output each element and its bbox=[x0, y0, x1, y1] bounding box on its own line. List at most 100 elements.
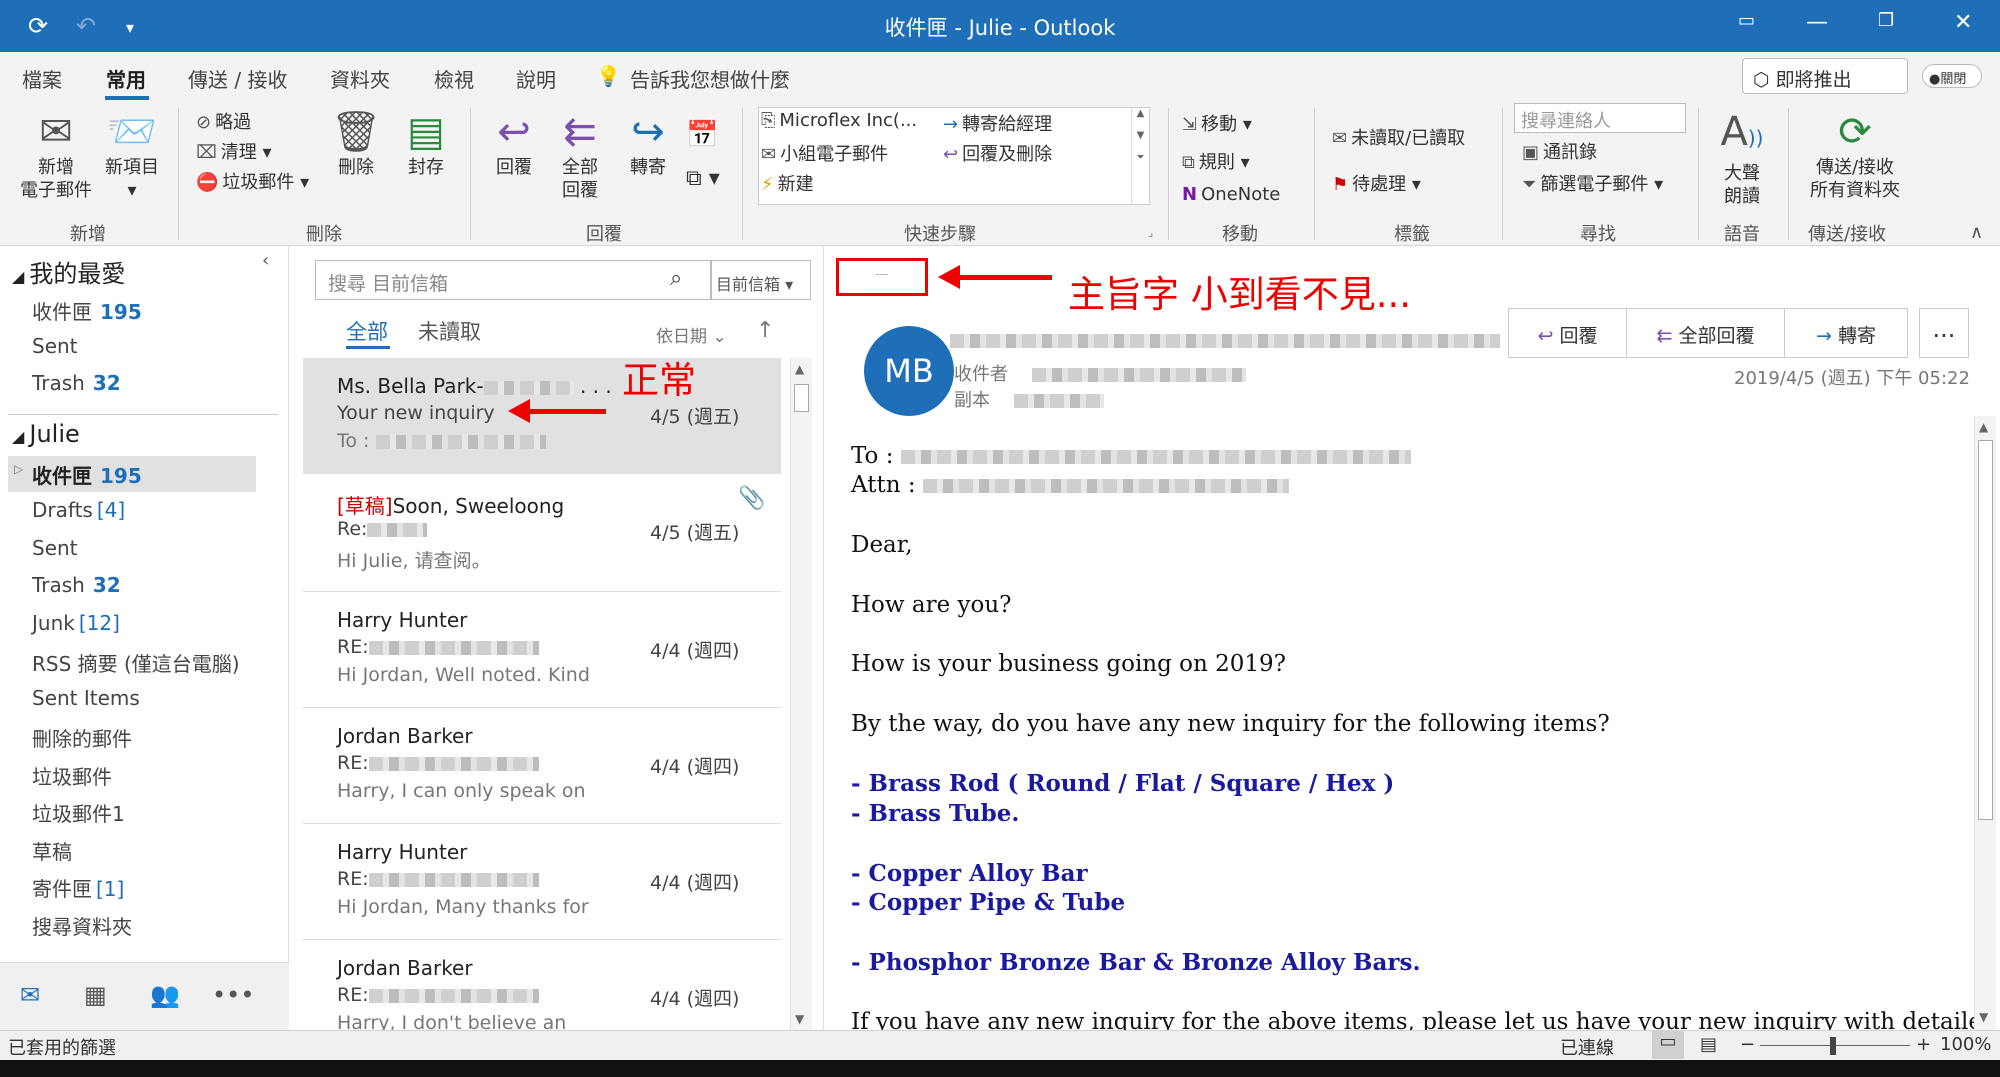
fav-sent[interactable]: Sent bbox=[32, 334, 78, 358]
address-book-button[interactable]: ▣ 通訊錄 bbox=[1522, 138, 1597, 164]
filter-email-button[interactable]: ⏷ 篩選電子郵件 ▾ bbox=[1522, 170, 1663, 196]
favorites-header[interactable]: ◢ 我的最愛 bbox=[12, 254, 125, 289]
mail-icon[interactable]: ✉ bbox=[20, 981, 40, 1009]
read-aloud-button[interactable]: A)) 大聲 朗讀 bbox=[1710, 108, 1774, 208]
search-people-input[interactable]: 搜尋連絡人 bbox=[1514, 103, 1686, 133]
reading-pane-scrollbar[interactable]: ▲ ▼ bbox=[1974, 416, 1996, 1030]
normal-view-icon[interactable]: ▭ bbox=[1652, 1031, 1684, 1059]
folder-drafts[interactable]: Drafts [4] bbox=[32, 498, 125, 522]
scroll-thumb[interactable] bbox=[1978, 440, 1993, 820]
message-item[interactable]: Ms. Bella Park- . . . Your new inquiry T… bbox=[303, 358, 781, 474]
message-item[interactable]: Jordan Barker RE: Harry, I don't believe… bbox=[303, 940, 781, 1030]
folder-rss[interactable]: RSS 摘要 (僅這台電腦) bbox=[32, 648, 240, 677]
folder-search[interactable]: 搜尋資料夾 bbox=[32, 911, 132, 940]
sender-line[interactable] bbox=[950, 330, 1500, 349]
sort-by-date[interactable]: 依日期 ⌄ bbox=[656, 322, 727, 347]
new-email-button[interactable]: ✉ 新增 電子郵件 bbox=[14, 108, 98, 202]
tab-help[interactable]: 說明 bbox=[516, 64, 556, 93]
delete-button[interactable]: 🗑 刪除 bbox=[326, 108, 386, 179]
message-item[interactable]: [草稿]Soon, Sweeloong 📎 Re: Hi Julie, 请查阅。… bbox=[303, 474, 781, 592]
collapse-pane-icon[interactable]: ‹ bbox=[262, 250, 269, 271]
tab-file[interactable]: 檔案 bbox=[22, 64, 62, 93]
message-item[interactable]: Harry Hunter RE: Hi Jordan, Well noted. … bbox=[303, 592, 781, 708]
folder-deleted[interactable]: 刪除的郵件 bbox=[32, 723, 132, 752]
search-input[interactable]: 搜尋 目前信箱 bbox=[315, 260, 711, 300]
tab-folder[interactable]: 資料夾 bbox=[330, 64, 390, 93]
scroll-up-icon[interactable]: ▲ bbox=[795, 362, 804, 376]
scroll-thumb[interactable] bbox=[794, 384, 809, 412]
tab-home[interactable]: 常用 bbox=[106, 64, 146, 93]
onenote-button[interactable]: N OneNote bbox=[1182, 184, 1280, 205]
calendar-icon[interactable]: ▦ bbox=[84, 981, 107, 1009]
folder-sent-items[interactable]: Sent Items bbox=[32, 686, 140, 710]
quick-steps-scroll[interactable]: ▲ ▼ ⏷ bbox=[1131, 108, 1149, 204]
folder-drafts-zh[interactable]: 草稿 bbox=[32, 836, 72, 865]
tab-view[interactable]: 檢視 bbox=[434, 64, 474, 93]
ribbon-display-icon[interactable]: ▭ bbox=[1738, 10, 1755, 31]
dialog-launcher-icon[interactable]: ⌟ bbox=[1148, 226, 1153, 239]
group-label-speech: 語音 bbox=[1724, 224, 1760, 245]
message-item[interactable]: Harry Hunter RE: Hi Jordan, Many thanks … bbox=[303, 824, 781, 940]
unread-read-button[interactable]: ✉ 未讀取/已讀取 bbox=[1332, 124, 1465, 150]
folder-junk-zh[interactable]: 垃圾郵件 bbox=[32, 761, 112, 790]
reply-all-button[interactable]: ⇇ 全部 回覆 bbox=[550, 108, 610, 202]
folder-junk1[interactable]: 垃圾郵件1 bbox=[32, 798, 125, 827]
forward-button[interactable]: → 轉寄 bbox=[1785, 309, 1907, 357]
folder-junk[interactable]: Junk [12] bbox=[32, 611, 120, 635]
filter-all-tab[interactable]: 全部 bbox=[346, 316, 388, 346]
zoom-out-icon[interactable]: − bbox=[1740, 1034, 1755, 1055]
sort-direction-icon[interactable]: ↑ bbox=[756, 318, 774, 343]
scroll-down-icon[interactable]: ▼ bbox=[1979, 1010, 1988, 1024]
coming-soon-button[interactable]: ⬡ 即將推出 bbox=[1742, 58, 1908, 94]
meeting-icon[interactable]: 📅 bbox=[686, 120, 718, 150]
archive-button[interactable]: ▤ 封存 bbox=[396, 108, 456, 179]
quick-step-team-email[interactable]: ✉ 小組電子郵件 bbox=[761, 140, 888, 166]
tell-me-search[interactable]: 告訴我您想做什麼 bbox=[630, 64, 790, 93]
message-item[interactable]: Jordan Barker RE: Harry, I can only spea… bbox=[303, 708, 781, 824]
zoom-slider-thumb[interactable] bbox=[1830, 1037, 1836, 1055]
reply-button[interactable]: ↩ 回覆 bbox=[484, 108, 544, 179]
search-scope-dropdown[interactable]: 目前信箱 ▾ bbox=[711, 260, 811, 300]
reply-all-button[interactable]: ⇇ 全部回覆 bbox=[1627, 309, 1785, 357]
more-modules-icon[interactable]: ••• bbox=[212, 981, 254, 1009]
send-receive-all-button[interactable]: ⟳ 傳送/接收 所有資料夾 bbox=[1800, 108, 1910, 202]
quick-step-to-manager[interactable]: → 轉寄給經理 bbox=[943, 110, 1052, 136]
tab-send-receive[interactable]: 傳送 / 接收 bbox=[188, 64, 287, 93]
message-list-scrollbar[interactable]: ▲ ▼ bbox=[790, 358, 812, 1030]
reply-button[interactable]: ↩ 回覆 bbox=[1509, 309, 1627, 357]
scroll-down-icon[interactable]: ▼ bbox=[795, 1012, 804, 1026]
folder-outbox[interactable]: 寄件匣 [1] bbox=[32, 873, 124, 902]
quick-step-new[interactable]: ⚡ 新建 bbox=[761, 170, 814, 196]
avatar[interactable]: MB bbox=[864, 326, 954, 416]
junk-button[interactable]: ⛔ 垃圾郵件 ▾ bbox=[196, 168, 309, 194]
people-icon[interactable]: 👥 bbox=[150, 981, 180, 1009]
more-actions-button[interactable]: ... bbox=[1919, 308, 1969, 358]
quick-step-microflex[interactable]: ⎘ Microflex Inc(... bbox=[761, 110, 917, 131]
search-icon[interactable]: ⌕ bbox=[670, 266, 682, 291]
forward-button[interactable]: ↪ 轉寄 bbox=[618, 108, 678, 179]
fav-inbox[interactable]: 收件匣 195 bbox=[32, 296, 142, 325]
close-icon[interactable]: ✕ bbox=[1954, 10, 1972, 35]
fav-trash[interactable]: Trash 32 bbox=[32, 371, 121, 395]
filter-unread-tab[interactable]: 未讀取 bbox=[418, 316, 481, 346]
scroll-up-icon[interactable]: ▲ bbox=[1979, 420, 1988, 434]
collapse-ribbon-icon[interactable]: ∧ bbox=[1970, 222, 1983, 243]
quick-step-reply-delete[interactable]: ↩ 回覆及刪除 bbox=[943, 140, 1052, 166]
new-items-button[interactable]: 📨 新項目 ▾ bbox=[100, 108, 164, 202]
folder-sent[interactable]: Sent bbox=[32, 536, 78, 560]
rules-button[interactable]: ⧉ 規則 ▾ bbox=[1182, 148, 1250, 174]
ignore-button[interactable]: ⊘ 略過 bbox=[196, 108, 251, 134]
zoom-in-icon[interactable]: + bbox=[1916, 1034, 1931, 1055]
cleanup-button[interactable]: ⌧ 清理 ▾ bbox=[196, 138, 272, 164]
folder-trash[interactable]: Trash 32 bbox=[32, 573, 121, 597]
minimize-icon[interactable]: — bbox=[1806, 10, 1828, 35]
restore-icon[interactable]: ❐ bbox=[1878, 10, 1894, 31]
account-header[interactable]: ◢ Julie bbox=[12, 420, 80, 448]
more-respond-icon[interactable]: ⧉ ▾ bbox=[686, 166, 720, 191]
expand-folder-icon[interactable]: ▷ bbox=[14, 462, 23, 476]
reading-view-icon[interactable]: ▤ bbox=[1700, 1034, 1717, 1055]
coming-soon-toggle[interactable]: ●關閉 bbox=[1922, 64, 1982, 88]
followup-button[interactable]: ⚑ 待處理 ▾ bbox=[1332, 170, 1421, 196]
folder-inbox[interactable]: 收件匣 195 bbox=[32, 460, 142, 489]
move-button[interactable]: ⇲ 移動 ▾ bbox=[1182, 110, 1252, 136]
